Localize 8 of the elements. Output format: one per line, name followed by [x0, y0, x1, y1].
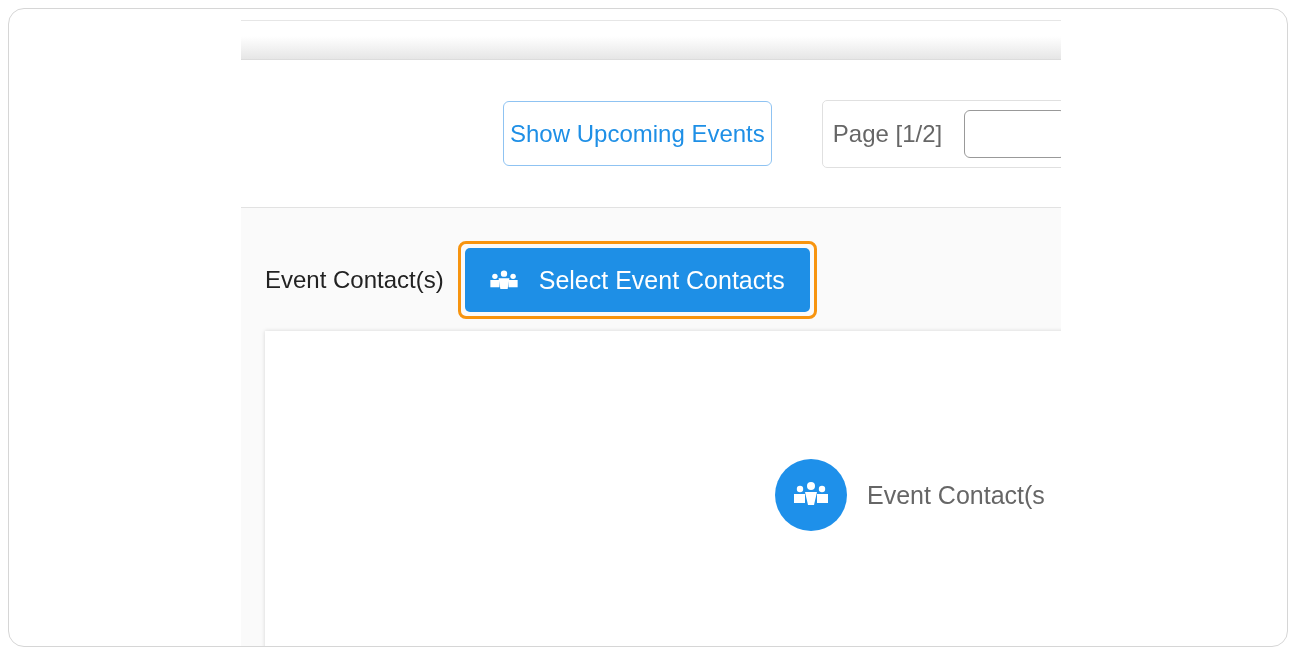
- people-group-icon: [488, 270, 519, 290]
- event-contacts-label: Event Contact(s): [265, 266, 444, 294]
- show-upcoming-events-button[interactable]: Show Upcoming Events: [503, 101, 772, 166]
- page-label: Page [1/2]: [832, 119, 943, 148]
- select-event-contacts-button[interactable]: Select Event Contacts: [464, 248, 810, 312]
- page-input[interactable]: [964, 109, 1061, 158]
- empty-state-caption: Event Contact(s: [867, 480, 1045, 510]
- people-group-icon: [775, 459, 847, 531]
